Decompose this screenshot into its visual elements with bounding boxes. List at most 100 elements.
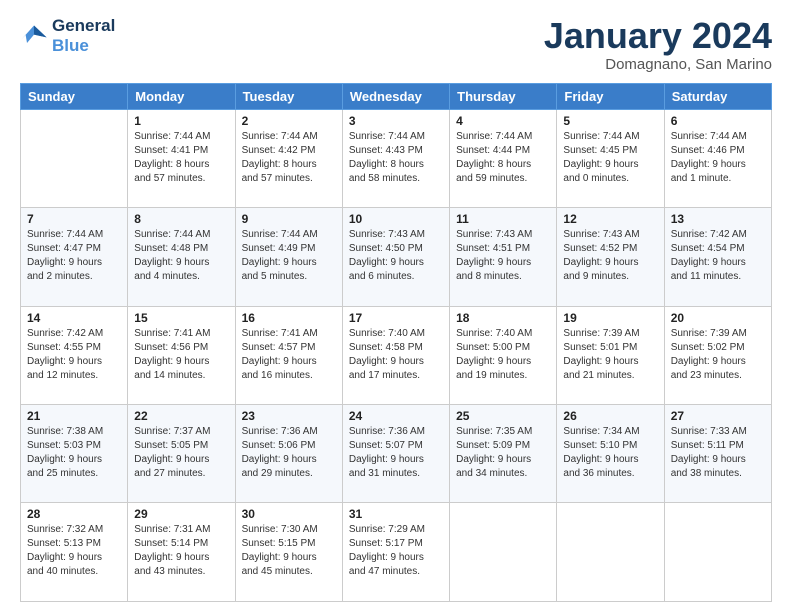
logo: General Blue bbox=[20, 16, 115, 55]
week-row-5: 28 Sunrise: 7:32 AMSunset: 5:13 PMDaylig… bbox=[21, 503, 772, 602]
calendar-cell: 5 Sunrise: 7:44 AMSunset: 4:45 PMDayligh… bbox=[557, 109, 664, 207]
day-number: 19 bbox=[563, 311, 657, 325]
day-number: 23 bbox=[242, 409, 336, 423]
day-info: Sunrise: 7:40 AMSunset: 4:58 PMDaylight:… bbox=[349, 327, 443, 383]
header-friday: Friday bbox=[557, 83, 664, 109]
calendar-cell bbox=[21, 109, 128, 207]
day-number: 7 bbox=[27, 212, 121, 226]
day-info: Sunrise: 7:44 AMSunset: 4:41 PMDaylight:… bbox=[134, 130, 228, 186]
calendar-cell: 1 Sunrise: 7:44 AMSunset: 4:41 PMDayligh… bbox=[128, 109, 235, 207]
calendar-cell: 21 Sunrise: 7:38 AMSunset: 5:03 PMDaylig… bbox=[21, 405, 128, 503]
day-number: 31 bbox=[349, 507, 443, 521]
calendar-cell: 11 Sunrise: 7:43 AMSunset: 4:51 PMDaylig… bbox=[450, 208, 557, 306]
logo-text: General Blue bbox=[52, 16, 115, 55]
calendar-cell: 19 Sunrise: 7:39 AMSunset: 5:01 PMDaylig… bbox=[557, 306, 664, 404]
subtitle: Domagnano, San Marino bbox=[544, 56, 772, 73]
day-number: 21 bbox=[27, 409, 121, 423]
day-info: Sunrise: 7:44 AMSunset: 4:44 PMDaylight:… bbox=[456, 130, 550, 186]
day-info: Sunrise: 7:41 AMSunset: 4:56 PMDaylight:… bbox=[134, 327, 228, 383]
day-number: 14 bbox=[27, 311, 121, 325]
day-info: Sunrise: 7:44 AMSunset: 4:42 PMDaylight:… bbox=[242, 130, 336, 186]
day-info: Sunrise: 7:44 AMSunset: 4:43 PMDaylight:… bbox=[349, 130, 443, 186]
calendar-cell: 28 Sunrise: 7:32 AMSunset: 5:13 PMDaylig… bbox=[21, 503, 128, 602]
header: General Blue January 2024 Domagnano, San… bbox=[20, 16, 772, 73]
day-info: Sunrise: 7:33 AMSunset: 5:11 PMDaylight:… bbox=[671, 425, 765, 481]
header-sunday: Sunday bbox=[21, 83, 128, 109]
day-number: 26 bbox=[563, 409, 657, 423]
calendar-cell bbox=[557, 503, 664, 602]
day-number: 4 bbox=[456, 114, 550, 128]
week-row-1: 1 Sunrise: 7:44 AMSunset: 4:41 PMDayligh… bbox=[21, 109, 772, 207]
day-number: 3 bbox=[349, 114, 443, 128]
day-number: 24 bbox=[349, 409, 443, 423]
header-saturday: Saturday bbox=[664, 83, 771, 109]
calendar-cell: 20 Sunrise: 7:39 AMSunset: 5:02 PMDaylig… bbox=[664, 306, 771, 404]
weekday-header-row: Sunday Monday Tuesday Wednesday Thursday… bbox=[21, 83, 772, 109]
day-info: Sunrise: 7:39 AMSunset: 5:01 PMDaylight:… bbox=[563, 327, 657, 383]
calendar-table: Sunday Monday Tuesday Wednesday Thursday… bbox=[20, 83, 772, 602]
logo-icon bbox=[20, 22, 48, 50]
day-number: 22 bbox=[134, 409, 228, 423]
day-number: 1 bbox=[134, 114, 228, 128]
calendar-cell: 3 Sunrise: 7:44 AMSunset: 4:43 PMDayligh… bbox=[342, 109, 449, 207]
calendar-cell: 18 Sunrise: 7:40 AMSunset: 5:00 PMDaylig… bbox=[450, 306, 557, 404]
main-title: January 2024 bbox=[544, 16, 772, 56]
week-row-4: 21 Sunrise: 7:38 AMSunset: 5:03 PMDaylig… bbox=[21, 405, 772, 503]
header-wednesday: Wednesday bbox=[342, 83, 449, 109]
calendar-cell: 30 Sunrise: 7:30 AMSunset: 5:15 PMDaylig… bbox=[235, 503, 342, 602]
day-number: 29 bbox=[134, 507, 228, 521]
day-info: Sunrise: 7:42 AMSunset: 4:54 PMDaylight:… bbox=[671, 228, 765, 284]
day-number: 20 bbox=[671, 311, 765, 325]
day-number: 30 bbox=[242, 507, 336, 521]
day-info: Sunrise: 7:34 AMSunset: 5:10 PMDaylight:… bbox=[563, 425, 657, 481]
day-info: Sunrise: 7:42 AMSunset: 4:55 PMDaylight:… bbox=[27, 327, 121, 383]
day-info: Sunrise: 7:44 AMSunset: 4:46 PMDaylight:… bbox=[671, 130, 765, 186]
calendar-cell: 6 Sunrise: 7:44 AMSunset: 4:46 PMDayligh… bbox=[664, 109, 771, 207]
day-number: 2 bbox=[242, 114, 336, 128]
day-number: 25 bbox=[456, 409, 550, 423]
week-row-2: 7 Sunrise: 7:44 AMSunset: 4:47 PMDayligh… bbox=[21, 208, 772, 306]
day-info: Sunrise: 7:43 AMSunset: 4:51 PMDaylight:… bbox=[456, 228, 550, 284]
calendar-cell: 25 Sunrise: 7:35 AMSunset: 5:09 PMDaylig… bbox=[450, 405, 557, 503]
header-monday: Monday bbox=[128, 83, 235, 109]
day-info: Sunrise: 7:36 AMSunset: 5:07 PMDaylight:… bbox=[349, 425, 443, 481]
calendar-cell bbox=[450, 503, 557, 602]
calendar-cell: 22 Sunrise: 7:37 AMSunset: 5:05 PMDaylig… bbox=[128, 405, 235, 503]
day-number: 6 bbox=[671, 114, 765, 128]
day-info: Sunrise: 7:30 AMSunset: 5:15 PMDaylight:… bbox=[242, 523, 336, 579]
calendar-cell: 23 Sunrise: 7:36 AMSunset: 5:06 PMDaylig… bbox=[235, 405, 342, 503]
calendar-cell: 8 Sunrise: 7:44 AMSunset: 4:48 PMDayligh… bbox=[128, 208, 235, 306]
day-number: 17 bbox=[349, 311, 443, 325]
day-info: Sunrise: 7:44 AMSunset: 4:45 PMDaylight:… bbox=[563, 130, 657, 186]
title-block: January 2024 Domagnano, San Marino bbox=[544, 16, 772, 73]
calendar-cell: 31 Sunrise: 7:29 AMSunset: 5:17 PMDaylig… bbox=[342, 503, 449, 602]
day-number: 15 bbox=[134, 311, 228, 325]
calendar-cell: 9 Sunrise: 7:44 AMSunset: 4:49 PMDayligh… bbox=[235, 208, 342, 306]
day-info: Sunrise: 7:43 AMSunset: 4:52 PMDaylight:… bbox=[563, 228, 657, 284]
calendar-cell: 16 Sunrise: 7:41 AMSunset: 4:57 PMDaylig… bbox=[235, 306, 342, 404]
day-number: 16 bbox=[242, 311, 336, 325]
week-row-3: 14 Sunrise: 7:42 AMSunset: 4:55 PMDaylig… bbox=[21, 306, 772, 404]
day-info: Sunrise: 7:32 AMSunset: 5:13 PMDaylight:… bbox=[27, 523, 121, 579]
day-info: Sunrise: 7:29 AMSunset: 5:17 PMDaylight:… bbox=[349, 523, 443, 579]
day-info: Sunrise: 7:38 AMSunset: 5:03 PMDaylight:… bbox=[27, 425, 121, 481]
day-number: 18 bbox=[456, 311, 550, 325]
day-info: Sunrise: 7:44 AMSunset: 4:47 PMDaylight:… bbox=[27, 228, 121, 284]
day-info: Sunrise: 7:37 AMSunset: 5:05 PMDaylight:… bbox=[134, 425, 228, 481]
day-number: 10 bbox=[349, 212, 443, 226]
day-info: Sunrise: 7:43 AMSunset: 4:50 PMDaylight:… bbox=[349, 228, 443, 284]
calendar-cell: 27 Sunrise: 7:33 AMSunset: 5:11 PMDaylig… bbox=[664, 405, 771, 503]
day-number: 27 bbox=[671, 409, 765, 423]
day-info: Sunrise: 7:39 AMSunset: 5:02 PMDaylight:… bbox=[671, 327, 765, 383]
calendar-cell: 15 Sunrise: 7:41 AMSunset: 4:56 PMDaylig… bbox=[128, 306, 235, 404]
day-number: 9 bbox=[242, 212, 336, 226]
calendar-cell: 29 Sunrise: 7:31 AMSunset: 5:14 PMDaylig… bbox=[128, 503, 235, 602]
calendar-cell: 4 Sunrise: 7:44 AMSunset: 4:44 PMDayligh… bbox=[450, 109, 557, 207]
day-info: Sunrise: 7:40 AMSunset: 5:00 PMDaylight:… bbox=[456, 327, 550, 383]
day-number: 11 bbox=[456, 212, 550, 226]
day-info: Sunrise: 7:41 AMSunset: 4:57 PMDaylight:… bbox=[242, 327, 336, 383]
calendar-cell: 14 Sunrise: 7:42 AMSunset: 4:55 PMDaylig… bbox=[21, 306, 128, 404]
calendar-cell: 13 Sunrise: 7:42 AMSunset: 4:54 PMDaylig… bbox=[664, 208, 771, 306]
calendar-cell: 26 Sunrise: 7:34 AMSunset: 5:10 PMDaylig… bbox=[557, 405, 664, 503]
day-info: Sunrise: 7:44 AMSunset: 4:48 PMDaylight:… bbox=[134, 228, 228, 284]
